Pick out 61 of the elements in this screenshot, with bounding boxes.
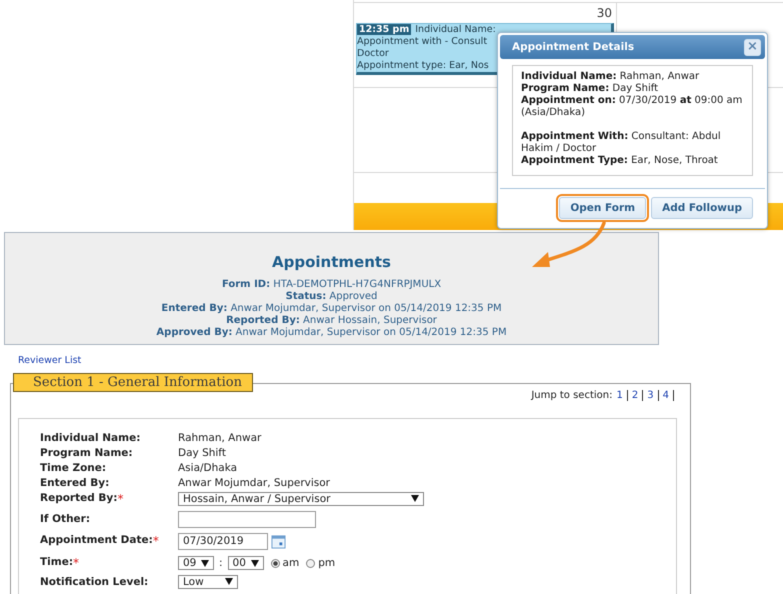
field-label: If Other: (40, 513, 90, 525)
reviewer-list-link[interactable]: Reviewer List (18, 355, 82, 366)
field-value: Day Shift (178, 446, 226, 458)
divider (642, 390, 644, 400)
field-label: Notification Level: (40, 576, 148, 588)
caret-icon (225, 578, 233, 585)
field-label: Individual Name: (40, 432, 140, 444)
radio-label: pm (318, 557, 336, 569)
event-text: Appointment type: Ear, Nos (357, 60, 489, 71)
header-text: Form ID: HTA-DEMOTPHL-H7G4NFRPJMULX (222, 279, 442, 291)
hour-dropdown[interactable]: 09 (178, 556, 214, 570)
event-time: 12:35 pm (357, 24, 412, 35)
detail-text: Program Name: Day Shift (521, 83, 660, 95)
input-field[interactable] (178, 510, 316, 528)
divider (658, 390, 659, 400)
header-text: Approved By: Anwar Mojumdar, Supervisor on 05/14/2019 12:35 PM (156, 327, 507, 339)
detail-text: Appointment Type: Ear, Nose, Throat (521, 155, 719, 167)
field-value: Anwar Mojumdar, Supervisor (178, 476, 330, 488)
form-title: Appointments (272, 253, 391, 271)
section-title: Section 1 - General Information (13, 373, 253, 392)
required-mark: * (73, 556, 80, 570)
caret-icon (201, 560, 209, 566)
dropdown[interactable]: Low (178, 574, 238, 588)
caret-icon (250, 560, 259, 566)
field-value: Asia/Dhaka (178, 462, 238, 474)
section-link[interactable]: 1 (616, 390, 623, 400)
required-mark: * (117, 492, 124, 506)
section-link[interactable]: 4 (662, 390, 669, 400)
minute-dropdown[interactable]: 00 (228, 556, 264, 570)
field-value: Rahman, Anwar (178, 432, 262, 444)
radio-button[interactable] (270, 558, 280, 568)
caret-icon (411, 495, 419, 502)
radio-button[interactable] (306, 558, 316, 568)
field-label: Time Zone: (40, 462, 106, 474)
day-number: 30 (596, 5, 612, 21)
event-text: Appointment with - Consult (357, 36, 488, 47)
dropdown[interactable]: Hossain, Anwar / Supervisor (178, 492, 424, 506)
header-text: Entered By: Anwar Mojumdar, Supervisor on 05/14/2019 12:35 PM (161, 303, 502, 315)
jump-label: Jump to section: (531, 390, 612, 400)
divider (626, 390, 628, 400)
event-text: Individual Name: (415, 24, 496, 35)
header-text: Status: Approved (286, 291, 378, 303)
add-followup-button[interactable]: Add Followup (651, 197, 753, 219)
detail-text: Appointment With: Consultant: Abdul Hakim / Doctor (521, 131, 722, 155)
calendar-icon[interactable] (271, 534, 286, 548)
radio-label: am (282, 557, 300, 569)
date-field[interactable]: 07/30/2019 (178, 532, 268, 550)
field-label: Reported By: (40, 492, 118, 506)
field-label: Entered By: (40, 476, 110, 488)
event-text: Doctor (357, 48, 389, 59)
header-text: Reported By: Anwar Hossain, Supervisor (226, 315, 437, 327)
section-link[interactable]: 3 (647, 390, 654, 400)
time-separator: : (219, 557, 223, 569)
open-form-button[interactable]: Open Form (559, 197, 646, 219)
divider (673, 390, 674, 400)
detail-text: Appointment on: 07/30/2019 at 09:00 am (Asia/Dhaka) (521, 95, 744, 119)
field-label: Time: (40, 556, 74, 570)
field-label: Program Name: (40, 446, 133, 458)
section-link[interactable]: 2 (632, 390, 638, 400)
required-mark: * (152, 534, 159, 548)
field-label: Appointment Date: (40, 534, 153, 548)
